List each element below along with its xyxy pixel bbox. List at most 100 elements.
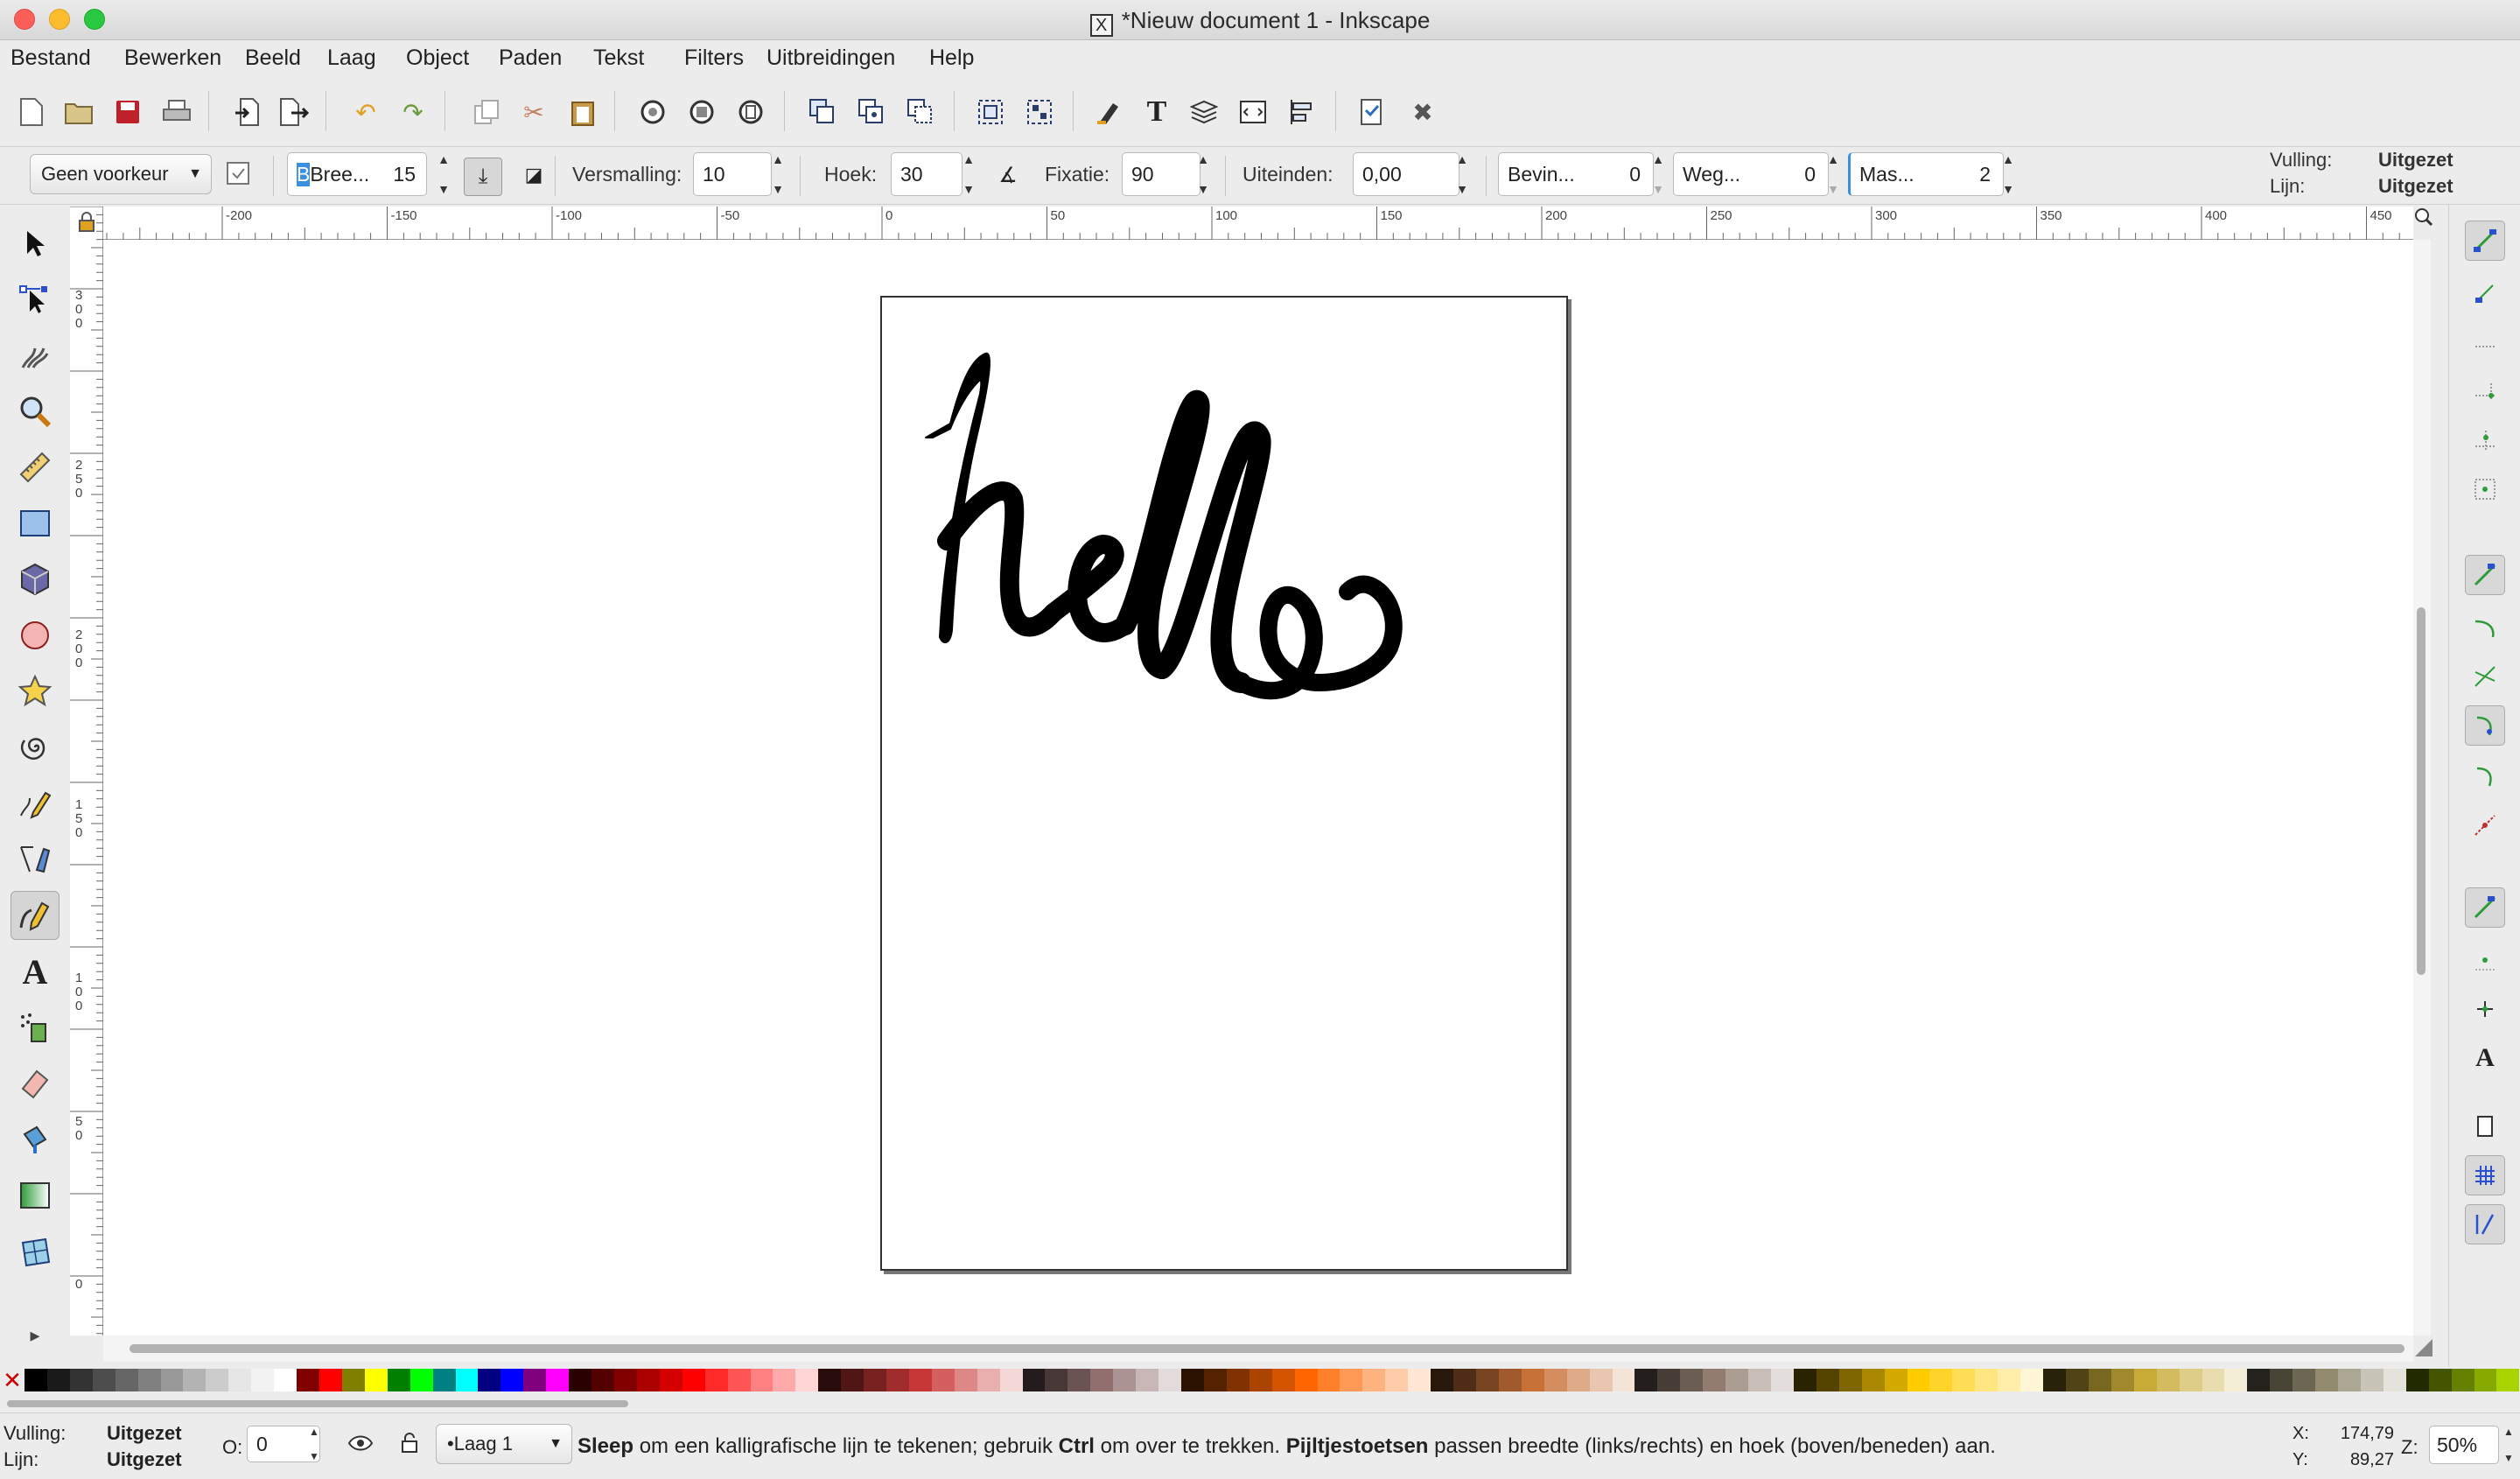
color-swatch[interactable]: [1589, 1369, 1613, 1391]
color-swatch[interactable]: [2338, 1369, 2361, 1391]
snap-bbox-corners-icon[interactable]: [2465, 371, 2505, 411]
3d-box-tool-icon[interactable]: [10, 555, 60, 604]
color-swatch[interactable]: [2110, 1369, 2134, 1391]
color-swatch[interactable]: [636, 1369, 660, 1391]
color-swatch[interactable]: [1271, 1369, 1295, 1391]
color-swatch[interactable]: [2088, 1369, 2111, 1391]
ellipse-tool-icon[interactable]: [10, 611, 60, 660]
color-swatch[interactable]: [2496, 1369, 2520, 1391]
width-stepper[interactable]: ▲ ▼: [434, 152, 453, 196]
print-icon[interactable]: [159, 95, 194, 130]
color-swatch[interactable]: [841, 1369, 864, 1391]
menu-tekst[interactable]: Tekst: [588, 44, 649, 73]
mass-field[interactable]: Mas... 2: [1848, 152, 2004, 196]
pencil-tool-icon[interactable]: [10, 779, 60, 828]
undo-icon[interactable]: ↶: [348, 95, 383, 130]
menu-laag[interactable]: Laag: [322, 44, 382, 73]
redo-icon[interactable]: ↷: [396, 95, 430, 130]
zoom-drawing-icon[interactable]: [684, 95, 719, 130]
color-swatch[interactable]: [1521, 1369, 1544, 1391]
color-swatch[interactable]: [2020, 1369, 2044, 1391]
paste-icon[interactable]: [565, 95, 600, 130]
fixation-field[interactable]: 90: [1122, 152, 1200, 196]
width-field[interactable]: B Bree... 15: [287, 152, 427, 196]
color-swatch[interactable]: [1431, 1369, 1454, 1391]
color-swatch[interactable]: [704, 1369, 728, 1391]
color-swatch[interactable]: [2043, 1369, 2066, 1391]
color-swatch[interactable]: [1022, 1369, 1046, 1391]
color-swatch[interactable]: [1544, 1369, 1567, 1391]
thinning-field[interactable]: 10: [693, 152, 772, 196]
thinning-stepper[interactable]: ▲ ▼: [768, 152, 788, 196]
color-swatch[interactable]: [954, 1369, 977, 1391]
color-swatch[interactable]: [2179, 1369, 2202, 1391]
color-swatch[interactable]: [1136, 1369, 1159, 1391]
color-swatch[interactable]: [1861, 1369, 1885, 1391]
snap-cusp-nodes-icon[interactable]: [2465, 705, 2505, 746]
color-swatch[interactable]: [410, 1369, 433, 1391]
zoom-corner-icon[interactable]: [2413, 207, 2436, 233]
preferences-icon[interactable]: ✖: [1405, 95, 1440, 130]
horizontal-scrollbar[interactable]: [103, 1335, 2413, 1362]
vertical-scrollbar[interactable]: [2413, 240, 2431, 1335]
color-swatch[interactable]: [1907, 1369, 1930, 1391]
style-stroke-value[interactable]: Uitgezet: [2378, 175, 2454, 198]
snap-page-border-icon[interactable]: [2465, 1106, 2505, 1146]
color-swatch[interactable]: [1657, 1369, 1681, 1391]
calligraphy-tool-icon[interactable]: [10, 891, 60, 940]
node-tool-icon[interactable]: [10, 275, 60, 324]
color-swatch[interactable]: [69, 1369, 93, 1391]
color-swatch[interactable]: [1566, 1369, 1590, 1391]
new-document-icon[interactable]: [14, 95, 49, 130]
color-swatch[interactable]: [46, 1369, 70, 1391]
angle-stepper[interactable]: ▲ ▼: [959, 152, 978, 196]
open-file-icon[interactable]: [61, 95, 96, 130]
color-swatch[interactable]: [1249, 1369, 1272, 1391]
color-swatch[interactable]: [659, 1369, 682, 1391]
ungroup-icon[interactable]: [1022, 95, 1057, 130]
color-swatch[interactable]: [886, 1369, 909, 1391]
color-swatch[interactable]: [2405, 1369, 2429, 1391]
caps-field[interactable]: 0,00: [1353, 152, 1460, 196]
color-swatch[interactable]: [1203, 1369, 1227, 1391]
clone-icon[interactable]: [854, 95, 889, 130]
zoom-tool-icon[interactable]: [10, 387, 60, 436]
color-swatch[interactable]: [228, 1369, 252, 1391]
color-swatch[interactable]: [569, 1369, 592, 1391]
color-swatch[interactable]: [2451, 1369, 2474, 1391]
color-swatch[interactable]: [999, 1369, 1023, 1391]
color-swatch[interactable]: [523, 1369, 547, 1391]
unlink-clone-icon[interactable]: [903, 95, 938, 130]
color-swatch[interactable]: [274, 1369, 298, 1391]
color-swatch[interactable]: [2065, 1369, 2089, 1391]
color-swatch[interactable]: [1952, 1369, 1976, 1391]
star-tool-icon[interactable]: [10, 667, 60, 716]
style-fill-value[interactable]: Uitgezet: [2378, 149, 2454, 172]
palette-scroll-thumb[interactable]: [7, 1400, 628, 1407]
color-swatch[interactable]: [1703, 1369, 1726, 1391]
zoom-stepper[interactable]: ▲ ▼: [2499, 1426, 2518, 1464]
tweak-tool-icon[interactable]: [10, 331, 60, 380]
fill-stroke-dialog-icon[interactable]: [1092, 95, 1127, 130]
snap-intersections-icon[interactable]: [2465, 656, 2505, 697]
color-swatch[interactable]: [1113, 1369, 1137, 1391]
color-swatch[interactable]: [251, 1369, 275, 1391]
snap-bbox-edges-icon[interactable]: [2465, 322, 2505, 362]
color-swatch[interactable]: [1294, 1369, 1318, 1391]
color-swatch[interactable]: [1838, 1369, 1862, 1391]
document-page[interactable]: [880, 296, 1568, 1271]
color-swatch[interactable]: [1816, 1369, 1839, 1391]
color-swatch[interactable]: [976, 1369, 1000, 1391]
vertical-ruler[interactable]: 3 0 0 2 5 0 2 0 0 1 5 0 1 0 0 5 0 0: [70, 207, 103, 1335]
horizontal-scroll-thumb[interactable]: [130, 1344, 2404, 1353]
color-swatch[interactable]: [908, 1369, 932, 1391]
color-swatch[interactable]: [2383, 1369, 2406, 1391]
color-swatch[interactable]: [864, 1369, 887, 1391]
snap-smooth-nodes-icon[interactable]: [2465, 756, 2505, 796]
caps-stepper[interactable]: ▲ ▼: [1452, 152, 1472, 196]
color-swatch[interactable]: [478, 1369, 501, 1391]
align-distribute-icon[interactable]: [1284, 95, 1320, 130]
document-properties-icon[interactable]: [1354, 95, 1390, 130]
menu-bestand[interactable]: Bestand: [5, 44, 96, 73]
zoom-field[interactable]: 50%: [2429, 1426, 2499, 1464]
